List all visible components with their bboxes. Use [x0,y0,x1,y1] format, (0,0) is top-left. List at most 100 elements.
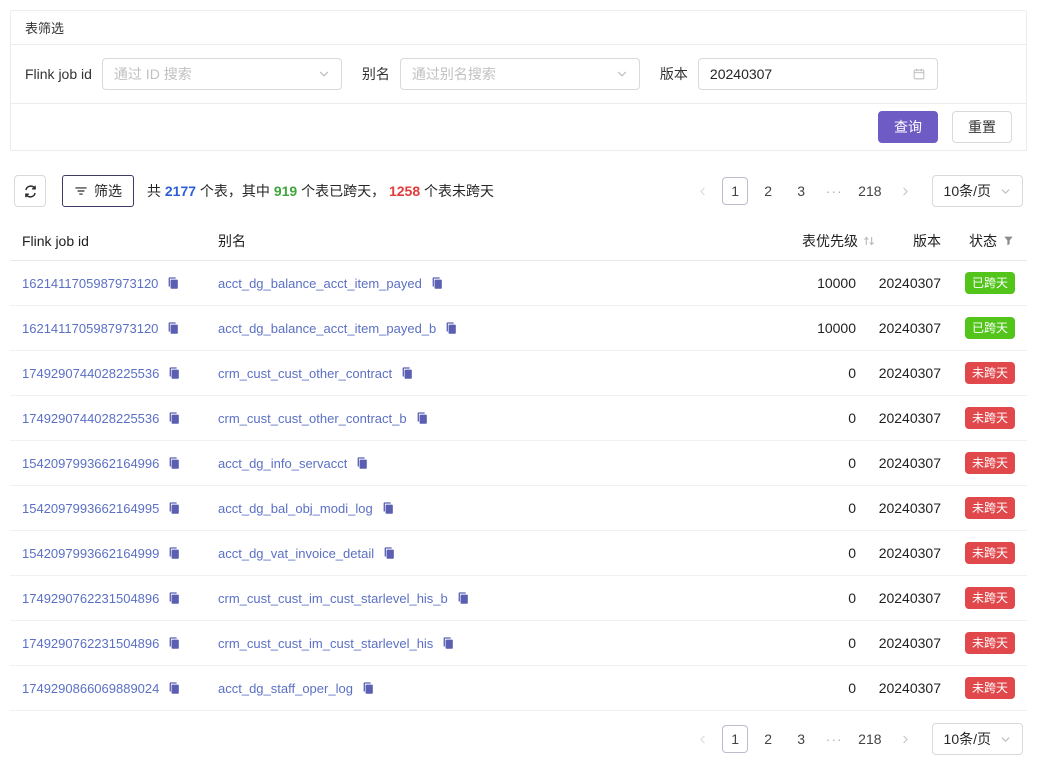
version-value: 20240307 [856,680,941,696]
header-priority[interactable]: 表优先级 [691,231,856,251]
alias-link[interactable]: acct_dg_bal_obj_modi_log [218,501,373,516]
priority-value: 0 [691,680,856,696]
status-badge: 未跨天 [965,632,1015,654]
alias-select[interactable]: 通过别名搜索 [400,58,640,90]
header-version: 版本 [856,231,941,251]
prev-page-button[interactable] [689,177,715,205]
filter-lines-icon [74,184,88,198]
priority-value: 0 [691,410,856,426]
page-size-select[interactable]: 10条/页 [932,723,1023,755]
page-button-3[interactable]: 3 [788,725,814,753]
refresh-button[interactable] [14,175,46,207]
alias-link[interactable]: crm_cust_cust_other_contract [218,366,392,381]
version-value: 20240307 [856,410,941,426]
copy-icon[interactable] [167,591,181,605]
status-badge: 未跨天 [965,362,1015,384]
flink-job-id-link[interactable]: 1542097993662164996 [22,456,159,471]
alias-link[interactable]: crm_cust_cust_im_cust_starlevel_his_b [218,591,448,606]
page-size-value: 10条/页 [944,181,991,201]
page-button-218[interactable]: 218 [854,725,885,753]
alias-link[interactable]: acct_dg_info_servacct [218,456,347,471]
copy-icon[interactable] [415,411,429,425]
flink-job-id-link[interactable]: 1749290762231504896 [22,636,159,651]
status-badge: 未跨天 [965,452,1015,474]
alias-link[interactable]: acct_dg_balance_acct_item_payed [218,276,422,291]
flink-job-id-link[interactable]: 1542097993662164995 [22,501,159,516]
flink-job-id-link[interactable]: 1621411705987973120 [22,321,158,336]
summary-crossed-count: 919 [274,183,297,199]
prev-page-button[interactable] [689,725,715,753]
table-toolbar: 筛选 共 2177 个表，其中 919 个表已跨天， 1258 个表未跨天 1 … [10,175,1027,207]
priority-value: 0 [691,590,856,606]
version-value: 20240307 [856,545,941,561]
copy-icon[interactable] [361,681,375,695]
reset-button[interactable]: 重置 [952,111,1012,143]
page-button-3[interactable]: 3 [788,177,814,205]
filter-funnel-icon[interactable] [1002,234,1015,247]
summary-part4: 个表未跨天 [420,183,494,199]
query-button[interactable]: 查询 [878,111,938,143]
flink-job-id-link[interactable]: 1621411705987973120 [22,276,158,291]
version-field: 版本 20240307 [660,58,938,90]
copy-icon[interactable] [441,636,455,650]
copy-icon[interactable] [381,501,395,515]
alias-link[interactable]: crm_cust_cust_im_cust_starlevel_his [218,636,433,651]
next-page-button[interactable] [893,177,919,205]
pagination-top: 1 2 3 ··· 218 10条/页 [689,175,1023,207]
copy-icon[interactable] [167,366,181,380]
alias-link[interactable]: acct_dg_vat_invoice_detail [218,546,374,561]
flink-job-id-link[interactable]: 1749290762231504896 [22,591,159,606]
calendar-icon [912,67,926,81]
copy-icon[interactable] [167,456,181,470]
copy-icon[interactable] [166,276,180,290]
table-row: 1749290744028225536 crm_cust_cust_other_… [10,351,1027,396]
copy-icon[interactable] [444,321,458,335]
alias-link[interactable]: crm_cust_cust_other_contract_b [218,411,407,426]
table-row: 1542097993662164999 acct_dg_vat_invoice_… [10,531,1027,576]
chevron-down-icon [318,68,330,80]
version-date-input[interactable]: 20240307 [698,58,938,90]
flink-job-id-select[interactable]: 通过 ID 搜索 [102,58,342,90]
copy-icon[interactable] [167,546,181,560]
alias-link[interactable]: acct_dg_staff_oper_log [218,681,353,696]
flink-job-id-link[interactable]: 1542097993662164999 [22,546,159,561]
table-row: 1621411705987973120 acct_dg_balance_acct… [10,261,1027,306]
filter-actions-row: 查询 重置 [11,104,1026,150]
alias-link[interactable]: acct_dg_balance_acct_item_payed_b [218,321,436,336]
pagination-bottom: 1 2 3 ··· 218 10条/页 [689,723,1023,755]
page-button-1[interactable]: 1 [722,177,748,205]
copy-icon[interactable] [382,546,396,560]
filter-panel-header: 表筛选 [11,11,1026,45]
page-size-select[interactable]: 10条/页 [932,175,1023,207]
copy-icon[interactable] [166,321,180,335]
summary-part2: 个表，其中 [196,183,274,199]
page: 表筛选 Flink job id 通过 ID 搜索 别名 通过别名搜索 版本 [0,0,1037,765]
copy-icon[interactable] [167,501,181,515]
flink-job-id-placeholder: 通过 ID 搜索 [114,64,192,84]
copy-icon[interactable] [167,636,181,650]
table-row: 1749290762231504896 crm_cust_cust_im_cus… [10,621,1027,666]
flink-job-id-link[interactable]: 1749290866069889024 [22,681,159,696]
priority-value: 0 [691,365,856,381]
summary-part3: 个表已跨天， [297,183,389,199]
filter-button[interactable]: 筛选 [62,175,134,207]
version-value: 20240307 [856,275,941,291]
chevron-right-icon [900,734,911,745]
status-badge: 已跨天 [965,272,1015,294]
filter-panel-title: 表筛选 [25,18,64,37]
copy-icon[interactable] [167,411,181,425]
priority-value: 0 [691,455,856,471]
flink-job-id-link[interactable]: 1749290744028225536 [22,366,159,381]
page-button-2[interactable]: 2 [755,177,781,205]
copy-icon[interactable] [456,591,470,605]
copy-icon[interactable] [400,366,414,380]
flink-job-id-link[interactable]: 1749290744028225536 [22,411,159,426]
version-value: 20240307 [710,66,772,82]
copy-icon[interactable] [355,456,369,470]
copy-icon[interactable] [167,681,181,695]
page-button-218[interactable]: 218 [854,177,885,205]
copy-icon[interactable] [430,276,444,290]
page-button-2[interactable]: 2 [755,725,781,753]
page-button-1[interactable]: 1 [722,725,748,753]
next-page-button[interactable] [893,725,919,753]
